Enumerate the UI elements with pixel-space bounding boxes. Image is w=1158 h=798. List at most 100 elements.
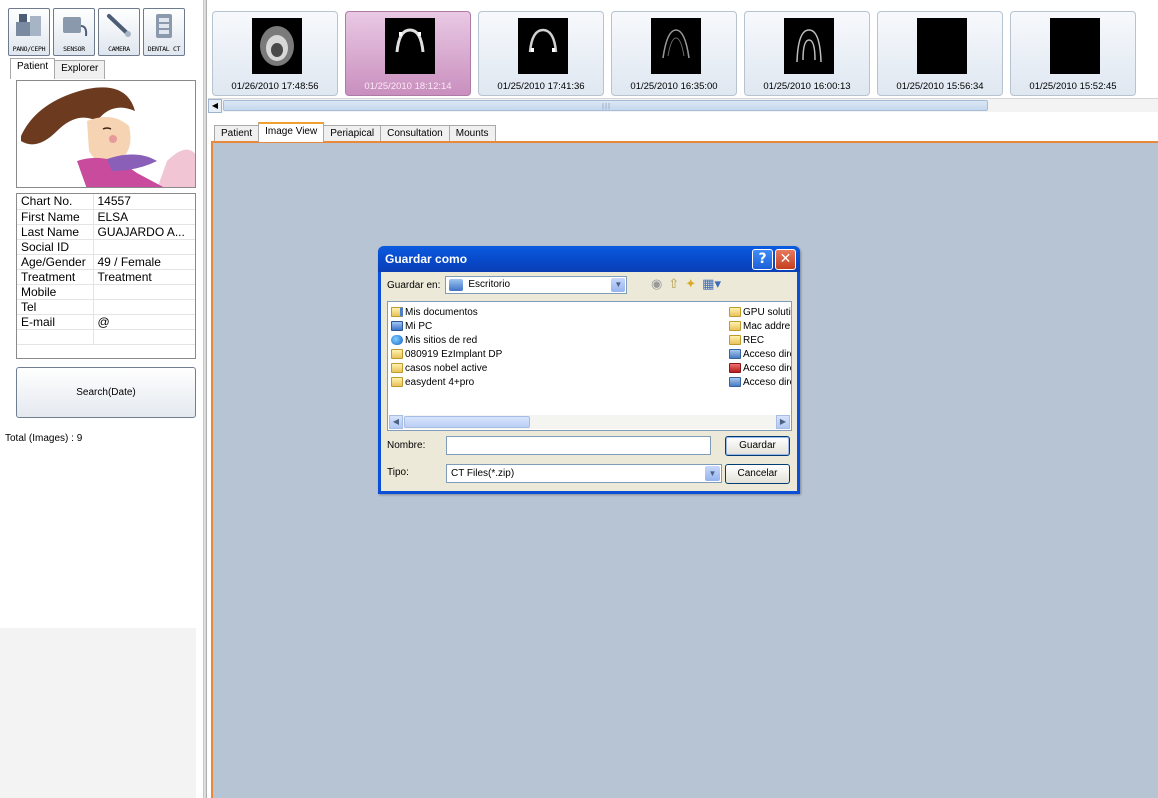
up-folder-icon[interactable]: ⇧ — [668, 277, 679, 292]
total-images-label: Total (Images) : 9 — [5, 433, 83, 444]
search-date-button[interactable]: Search(Date) — [16, 367, 196, 418]
scroll-left-icon[interactable]: ◀ — [208, 99, 222, 113]
dialog-title: Guardar como — [385, 252, 468, 266]
file-type-dropdown[interactable]: CT Files(*.zip) ▼ — [446, 464, 722, 483]
thumbnail-item[interactable]: 01/25/2010 16:35:00 — [611, 11, 737, 96]
thumbnail-date: 01/25/2010 18:12:14 — [364, 81, 452, 92]
info-key: Tel — [17, 299, 94, 315]
file-item[interactable]: Mi PC — [391, 320, 432, 332]
sensor-button[interactable]: SENSOR — [53, 8, 95, 56]
shortcut-icon — [729, 349, 741, 359]
cancel-button[interactable]: Cancelar — [725, 464, 790, 484]
file-name: Mac addre: — [743, 320, 791, 332]
file-item[interactable]: easydent 4+pro — [391, 376, 474, 388]
info-value: ELSA — [93, 209, 195, 225]
folder-icon — [391, 377, 403, 387]
module-label: SENSOR — [63, 45, 85, 53]
file-item[interactable]: casos nobel active — [391, 362, 487, 374]
thumbnail-item[interactable]: 01/25/2010 16:00:13 — [744, 11, 870, 96]
tab-patient-main[interactable]: Patient — [214, 125, 260, 142]
tab-periapical[interactable]: Periapical — [323, 125, 382, 142]
back-icon[interactable]: ◉ — [651, 277, 662, 292]
file-item[interactable]: REC — [729, 334, 791, 346]
file-item[interactable]: 080919 EzImplant DP — [391, 348, 502, 360]
view-menu-icon[interactable]: ▦▾ — [702, 277, 721, 292]
folder-icon — [729, 307, 741, 317]
type-label: Tipo: — [387, 467, 409, 478]
left-lower-area — [0, 628, 196, 798]
file-item[interactable]: Mac addre: — [729, 320, 791, 332]
info-row: Mobile — [17, 284, 195, 300]
tab-image-view[interactable]: Image View — [258, 122, 325, 142]
thumbnail-date: 01/25/2010 15:52:45 — [1029, 81, 1117, 92]
folder-icon — [391, 349, 403, 359]
info-key: Social ID — [17, 239, 94, 255]
info-key: Treatment — [17, 269, 94, 285]
left-panel: PANO/CEPH SENSOR CAMERA DENTAL CT Patien… — [0, 0, 203, 798]
scroll-thumb[interactable]: ||| — [223, 100, 988, 111]
thumbnail-item[interactable]: 01/25/2010 17:41:36 — [478, 11, 604, 96]
name-label: Nombre: — [387, 440, 426, 451]
save-button[interactable]: Guardar — [725, 436, 790, 456]
info-key — [17, 329, 94, 345]
info-value: GUAJARDO A... — [93, 224, 195, 240]
dental-ct-button[interactable]: DENTAL CT — [143, 8, 185, 56]
file-name-input[interactable] — [446, 436, 711, 455]
folder-icon — [729, 321, 741, 331]
scroll-right-icon[interactable]: ▶ — [776, 415, 790, 429]
tab-explorer[interactable]: Explorer — [54, 60, 106, 79]
thumbnail-date: 01/25/2010 17:41:36 — [497, 81, 585, 92]
save-in-value: Escritorio — [468, 279, 511, 290]
module-label: CAMERA — [108, 45, 130, 53]
info-value: 14557 — [93, 194, 195, 210]
thumbnail-date: 01/25/2010 16:00:13 — [763, 81, 851, 92]
camera-button[interactable]: CAMERA — [98, 8, 140, 56]
info-key: First Name — [17, 209, 94, 225]
file-list[interactable]: Mis documentos Mi PC Mis sitios de red 0… — [387, 301, 792, 431]
panel-splitter[interactable] — [203, 0, 207, 798]
sensor-icon — [63, 17, 88, 37]
ct-slice-image — [518, 18, 568, 74]
info-value: Treatment — [93, 269, 195, 285]
app-window: PANO/CEPH SENSOR CAMERA DENTAL CT Patien… — [0, 0, 1158, 798]
new-folder-icon[interactable]: ✦ — [685, 277, 696, 292]
chevron-down-icon[interactable]: ▼ — [705, 466, 720, 481]
computer-icon — [391, 321, 403, 331]
shortcut-icon — [729, 363, 741, 373]
scroll-thumb[interactable] — [404, 416, 530, 428]
file-item[interactable]: Acceso dire — [729, 376, 791, 388]
info-row: Tel — [17, 299, 195, 315]
file-item[interactable]: Acceso dire — [729, 362, 791, 374]
tab-mounts[interactable]: Mounts — [448, 125, 496, 142]
thumbnail-item[interactable]: 01/26/2010 17:48:56 — [212, 11, 338, 96]
grip-icon: ||| — [602, 103, 612, 110]
file-item[interactable]: GPU solutic — [729, 306, 791, 318]
tab-consultation[interactable]: Consultation — [380, 125, 450, 142]
shortcut-icon — [729, 377, 741, 387]
help-icon[interactable]: ? — [752, 249, 773, 270]
patient-avatar — [16, 80, 196, 188]
close-icon[interactable]: ✕ — [775, 249, 796, 270]
save-in-row: Guardar en: Escritorio ▼ — [387, 276, 628, 294]
thumbnail-item[interactable]: 01/25/2010 15:56:34 — [877, 11, 1003, 96]
file-item[interactable]: Mis documentos — [391, 306, 478, 318]
file-name: GPU solutic — [743, 306, 791, 318]
scroll-left-icon[interactable]: ◀ — [389, 415, 403, 429]
tab-patient[interactable]: Patient — [10, 58, 56, 79]
pano-ceph-button[interactable]: PANO/CEPH — [8, 8, 50, 56]
left-tab-bar: Patient Explorer — [10, 58, 106, 79]
dialog-title-bar[interactable]: Guardar como ? ✕ — [378, 246, 800, 272]
file-item[interactable]: Acceso dire — [729, 348, 791, 360]
ct-slice-image — [917, 18, 967, 74]
save-in-dropdown[interactable]: Escritorio ▼ — [445, 276, 628, 294]
chevron-down-icon[interactable]: ▼ — [611, 278, 626, 292]
thumbnail-item-selected[interactable]: 01/25/2010 18:12:14 — [345, 11, 471, 96]
file-name: REC — [743, 334, 765, 346]
camera-icon — [107, 14, 131, 37]
file-list-scrollbar[interactable]: ◀ ▶ — [389, 415, 790, 429]
main-tab-bar: Patient Image View Periapical Consultati… — [214, 122, 496, 142]
file-item[interactable]: Mis sitios de red — [391, 334, 477, 346]
module-label: PANO/CEPH — [12, 45, 46, 53]
thumbnail-item[interactable]: 01/25/2010 15:52:45 — [1010, 11, 1136, 96]
thumbnail-scrollbar[interactable]: ◀ ||| — [208, 98, 1158, 113]
